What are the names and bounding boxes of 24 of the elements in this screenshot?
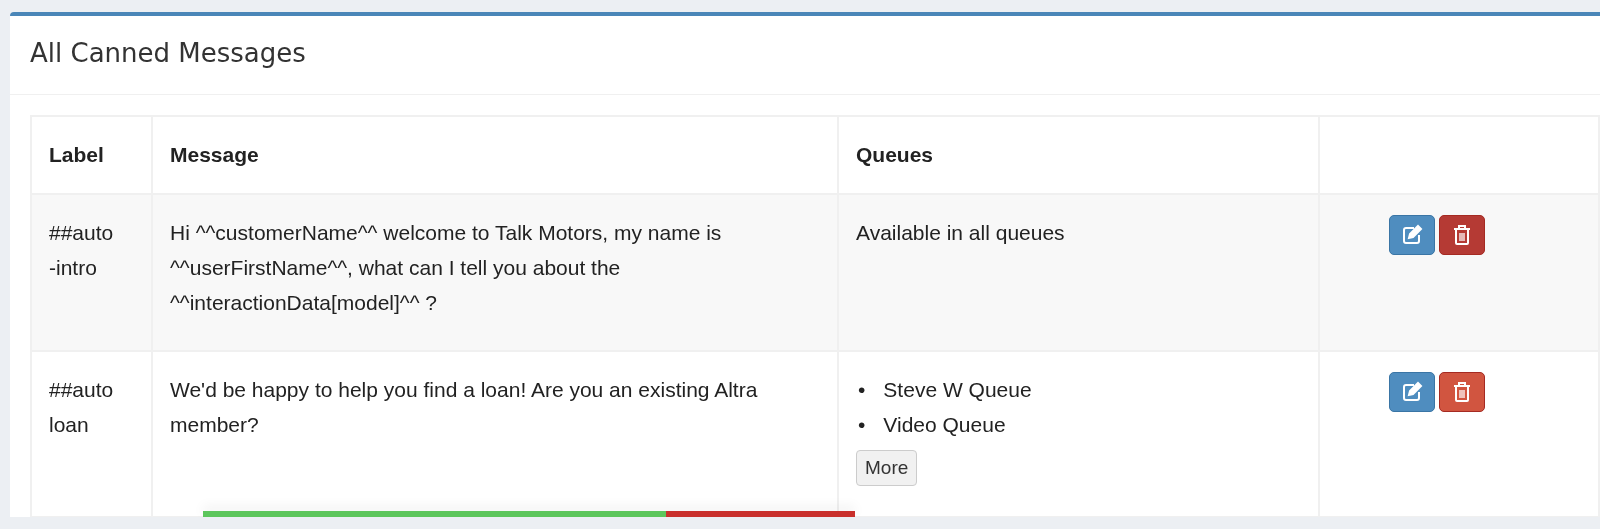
edit-button[interactable] — [1389, 215, 1435, 255]
delete-button[interactable] — [1439, 372, 1485, 412]
edit-button[interactable] — [1389, 372, 1435, 412]
column-header: Message — [152, 116, 838, 194]
panel-title: All Canned Messages — [10, 16, 1600, 95]
message-text: Hi ^^customerName^^ welcome to Talk Motors, my name is ^^userFirstName^^, what can I tell you about the ^^interactionData[model]^^ ? — [170, 221, 722, 314]
bullet: • — [858, 412, 866, 438]
queue-item: Video Queue — [883, 412, 1006, 438]
trash-icon — [1453, 224, 1471, 246]
edit-icon — [1401, 224, 1423, 246]
label-text: -intro — [49, 255, 98, 281]
column-header: Label — [31, 116, 152, 194]
label-text: ##auto — [49, 377, 115, 403]
label-text: loan — [49, 412, 90, 438]
queues-text: Available in all queues — [856, 221, 1065, 244]
bullet: • — [858, 377, 866, 403]
queue-item: Steve W Queue — [883, 377, 1032, 403]
column-header: Queues — [838, 116, 1319, 194]
delete-button[interactable] — [1439, 215, 1485, 255]
more-button[interactable]: More — [856, 450, 918, 486]
trash-icon — [1453, 381, 1471, 403]
label-text: ##auto — [49, 220, 115, 246]
edit-icon — [1401, 381, 1423, 403]
message-text: We'd be happy to help you find a loan! Are you an existing Altra member? — [170, 378, 758, 436]
